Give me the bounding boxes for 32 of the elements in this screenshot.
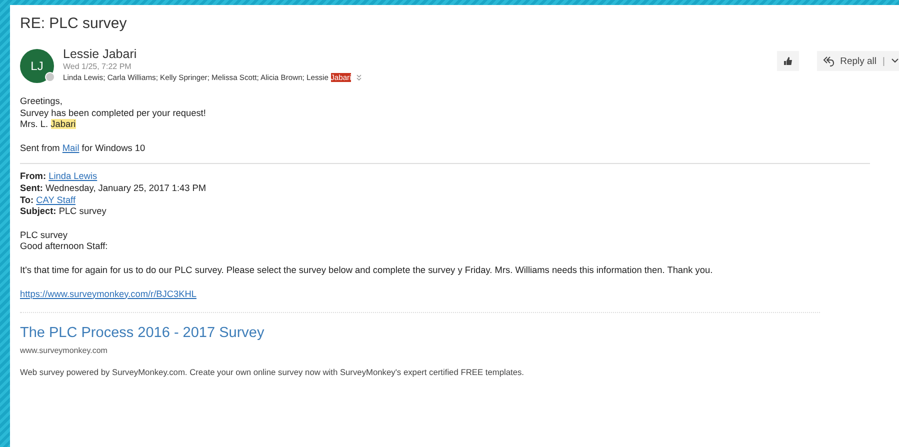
preview-domain: www.surveymonkey.com: [20, 346, 108, 356]
header-label: To:: [20, 194, 34, 205]
message-line: Mrs. L. Jabari: [20, 119, 76, 131]
link[interactable]: Mail: [62, 142, 80, 153]
reply-all-icon: [823, 56, 834, 66]
sent-date: Wed 1/25, 7:22 PM: [63, 62, 132, 71]
preview-title-link[interactable]: The PLC Process 2016 - 2017 Survey: [20, 325, 264, 342]
reply-all-button[interactable]: Reply all |: [817, 51, 899, 71]
signature-text: Sent from: [20, 142, 61, 153]
divider-mark: |: [882, 56, 885, 66]
header-link[interactable]: CAY Staff: [36, 194, 76, 205]
sender-name: Lessie Jabari: [63, 47, 138, 61]
email-subject: RE: PLC survey: [20, 14, 127, 32]
like-button[interactable]: [777, 51, 800, 71]
avatar: LJ: [20, 49, 54, 83]
message-line: Good afternoon Staff:: [20, 241, 108, 253]
chevron-down-icon[interactable]: [891, 57, 899, 65]
message-paragraph: It's that time for again for us to do our PLC survey. Please select the survey below and complete the survey y Friday. Mrs. Williams needs this information then. Thank you.: [20, 264, 713, 277]
header-label: Subject:: [20, 206, 56, 216]
header-value: PLC survey: [58, 206, 106, 216]
header-value: Wednesday, January 25, 2017 1:43 PM: [46, 182, 206, 193]
header-label: From:: [20, 171, 46, 182]
thumbs-up-icon: [783, 56, 794, 66]
message-line: Greetings,: [20, 96, 62, 108]
expand-chevron-icon[interactable]: [356, 74, 362, 81]
message-line: PLC survey: [20, 230, 68, 242]
header-link[interactable]: Linda Lewis: [48, 171, 98, 182]
message-line: Survey has been completed per your request!: [20, 108, 206, 120]
preview-description: Web survey powered by SurveyMonkey.com. Create your own online survey now with SurveyMonkey's expert certified FREE templates.: [20, 367, 524, 378]
signature-text: for Windows 10: [80, 142, 146, 153]
header-label: Sent:: [20, 182, 43, 193]
survey-link[interactable]: https://www.surveymonkey.com/r/BJC3KHL: [20, 288, 196, 300]
